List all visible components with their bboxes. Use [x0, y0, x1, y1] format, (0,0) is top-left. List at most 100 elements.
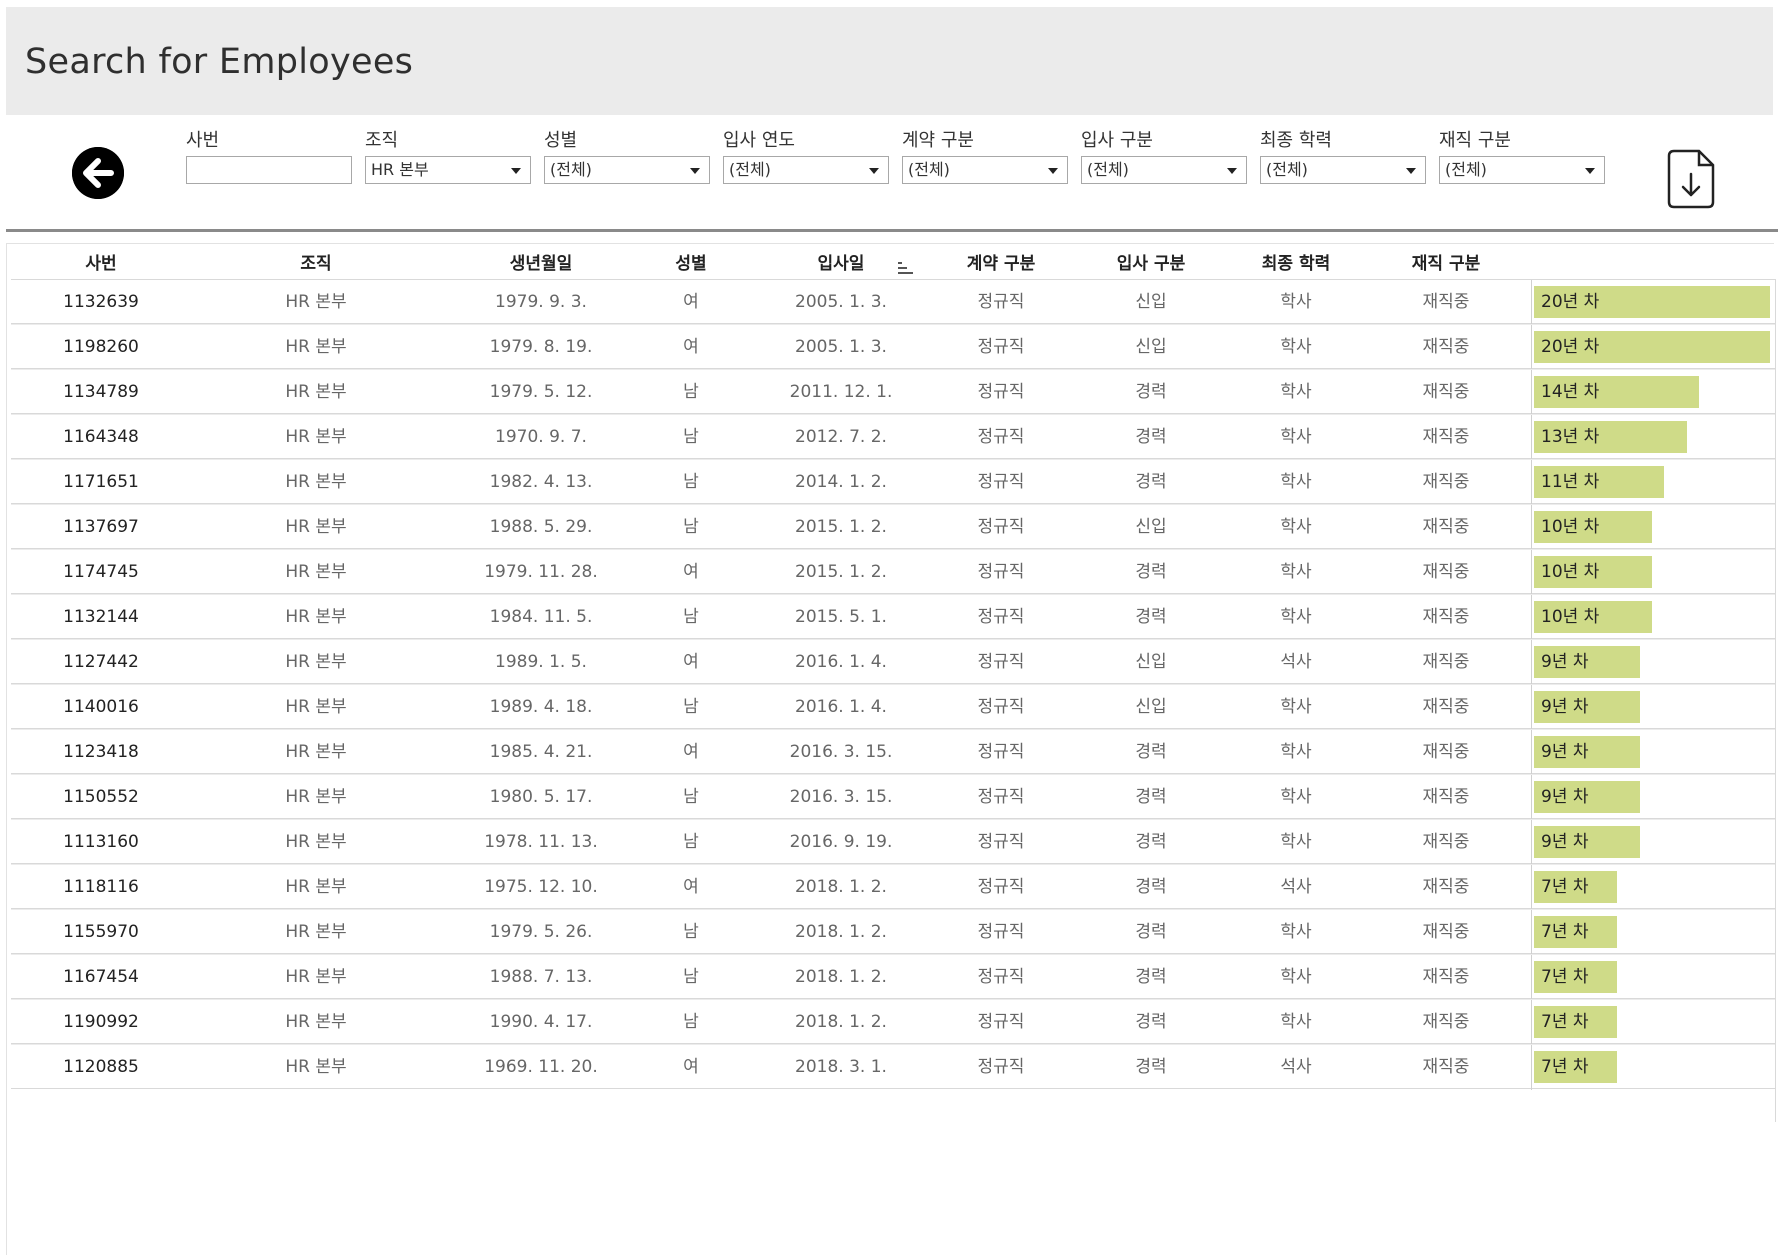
cell-employment-status: 재직중 [1422, 877, 1470, 897]
cell-organization: HR 본부 [285, 832, 347, 852]
tenure-bar-cell: 7년 차 [1531, 865, 1775, 910]
sort-descending-icon[interactable] [898, 261, 914, 275]
arrow-left-circle-icon [72, 147, 124, 199]
filter-dropdown[interactable]: (전체) [1439, 156, 1605, 184]
col-header-education[interactable]: 최종 학력 [1226, 246, 1366, 279]
cell-gender: 여 [683, 742, 699, 762]
col-header-hire-date[interactable]: 입사일 [766, 246, 916, 279]
filter-5: 계약 구분 (전체) [902, 128, 1068, 184]
cell-birthdate: 1990. 4. 17. [489, 1012, 593, 1032]
table-row[interactable]: 1118116 HR 본부 1975. 12. 10. 여 2018. 1. 2. 정규직… [11, 864, 1776, 910]
cell-contract-type: 정규직 [977, 1012, 1025, 1032]
cell-gender: 남 [683, 427, 699, 447]
col-header-birthdate[interactable]: 생년월일 [451, 246, 631, 279]
table-row[interactable]: 1140016 HR 본부 1989. 4. 18. 남 2016. 1. 4. 정규직 신… [11, 684, 1776, 730]
col-header-employment-status[interactable]: 재직 구분 [1376, 246, 1516, 279]
filter-value: (전체) [908, 160, 950, 179]
cell-hire-date: 2016. 3. 15. [789, 742, 893, 762]
cell-organization: HR 본부 [285, 382, 347, 402]
cell-birthdate: 1985. 4. 21. [489, 742, 593, 762]
cell-gender: 여 [683, 337, 699, 357]
cell-employee-id: 1134789 [63, 382, 139, 402]
filter-dropdown[interactable]: (전체) [902, 156, 1068, 184]
tenure-label: 9년 차 [1541, 787, 1589, 807]
tenure-label: 11년 차 [1541, 472, 1600, 492]
cell-contract-type: 정규직 [977, 562, 1025, 582]
tenure-label: 14년 차 [1541, 382, 1600, 402]
filter-dropdown[interactable]: (전체) [1260, 156, 1426, 184]
table-row[interactable]: 1198260 HR 본부 1979. 8. 19. 여 2005. 1. 3. 정규직 신… [11, 324, 1776, 370]
cell-education: 학사 [1280, 472, 1312, 492]
employee-id-input[interactable] [186, 156, 352, 184]
table-row[interactable]: 1167454 HR 본부 1988. 7. 13. 남 2018. 1. 2. 정규직 경… [11, 954, 1776, 1000]
tenure-label: 10년 차 [1541, 607, 1600, 627]
section-divider [6, 229, 1778, 232]
table-row[interactable]: 1155970 HR 본부 1979. 5. 26. 남 2018. 1. 2. 정규직 경… [11, 909, 1776, 955]
cell-employment-status: 재직중 [1422, 652, 1470, 672]
cell-education: 석사 [1280, 877, 1312, 897]
table-row[interactable]: 1171651 HR 본부 1982. 4. 13. 남 2014. 1. 2. 정규직 경… [11, 459, 1776, 505]
tenure-label: 7년 차 [1541, 967, 1589, 987]
cell-gender: 남 [683, 517, 699, 537]
table-row[interactable]: 1132639 HR 본부 1979. 9. 3. 여 2005. 1. 3. 정규직 신입… [11, 279, 1776, 325]
table-row[interactable]: 1137697 HR 본부 1988. 5. 29. 남 2015. 1. 2. 정규직 신… [11, 504, 1776, 550]
table-row[interactable]: 1123418 HR 본부 1985. 4. 21. 여 2016. 3. 15. 정규직… [11, 729, 1776, 775]
cell-birthdate: 1979. 5. 26. [489, 922, 593, 942]
cell-employment-status: 재직중 [1422, 742, 1470, 762]
cell-employment-status: 재직중 [1422, 1057, 1470, 1077]
filter-dropdown[interactable]: (전체) [723, 156, 889, 184]
table-row[interactable]: 1132144 HR 본부 1984. 11. 5. 남 2015. 5. 1. 정규직 경… [11, 594, 1776, 640]
tenure-label: 7년 차 [1541, 1012, 1589, 1032]
filter-dropdown[interactable]: HR 본부 [365, 156, 531, 184]
cell-education: 학사 [1280, 922, 1312, 942]
filter-4: 입사 연도 (전체) [723, 128, 889, 184]
download-button[interactable] [1665, 148, 1717, 210]
back-button[interactable] [72, 147, 124, 199]
table-row[interactable]: 1120885 HR 본부 1969. 11. 20. 여 2018. 3. 1. 정규직… [11, 1044, 1776, 1090]
table-row[interactable]: 1190992 HR 본부 1990. 4. 17. 남 2018. 1. 2. 정규직 경… [11, 999, 1776, 1045]
table-row[interactable]: 1150552 HR 본부 1980. 5. 17. 남 2016. 3. 15. 정규직… [11, 774, 1776, 820]
cell-entry-type: 신입 [1135, 337, 1167, 357]
col-header-employee-id[interactable]: 사번 [31, 246, 171, 279]
cell-employee-id: 1127442 [63, 652, 139, 672]
cell-employee-id: 1137697 [63, 517, 139, 537]
table-row[interactable]: 1174745 HR 본부 1979. 11. 28. 여 2015. 1. 2. 정규직… [11, 549, 1776, 595]
cell-organization: HR 본부 [285, 787, 347, 807]
cell-gender: 남 [683, 472, 699, 492]
cell-entry-type: 경력 [1135, 562, 1167, 582]
filter-dropdown[interactable]: (전체) [544, 156, 710, 184]
col-header-organization[interactable]: 조직 [246, 246, 386, 279]
cell-education: 학사 [1280, 697, 1312, 717]
cell-contract-type: 정규직 [977, 337, 1025, 357]
tenure-bar-cell: 9년 차 [1531, 820, 1775, 865]
col-header-entry-type[interactable]: 입사 구분 [1081, 246, 1221, 279]
filter-dropdown[interactable]: (전체) [1081, 156, 1247, 184]
col-header-contract-type[interactable]: 계약 구분 [931, 246, 1071, 279]
cell-employee-id: 1123418 [63, 742, 139, 762]
table-row[interactable]: 1164348 HR 본부 1970. 9. 7. 남 2012. 7. 2. 정규직 경력… [11, 414, 1776, 460]
tenure-bar-cell: 10년 차 [1531, 595, 1775, 640]
filter-value: (전체) [729, 160, 771, 179]
tenure-label: 9년 차 [1541, 742, 1589, 762]
cell-contract-type: 정규직 [977, 472, 1025, 492]
cell-employee-id: 1171651 [63, 472, 139, 492]
cell-entry-type: 경력 [1135, 787, 1167, 807]
table-row[interactable]: 1113160 HR 본부 1978. 11. 13. 남 2016. 9. 19. 정규… [11, 819, 1776, 865]
cell-gender: 남 [683, 832, 699, 852]
table-row[interactable]: 1127442 HR 본부 1989. 1. 5. 여 2016. 1. 4. 정규직 신입… [11, 639, 1776, 685]
cell-organization: HR 본부 [285, 562, 347, 582]
cell-contract-type: 정규직 [977, 967, 1025, 987]
cell-education: 석사 [1280, 652, 1312, 672]
cell-employment-status: 재직중 [1422, 472, 1470, 492]
cell-hire-date: 2018. 1. 2. [795, 1012, 887, 1032]
tenure-bar-cell: 14년 차 [1531, 370, 1775, 415]
col-header-gender[interactable]: 성별 [641, 246, 741, 279]
cell-employment-status: 재직중 [1422, 292, 1470, 312]
cell-employee-id: 1120885 [63, 1057, 139, 1077]
tenure-label: 10년 차 [1541, 517, 1600, 537]
table-row[interactable]: 1134789 HR 본부 1979. 5. 12. 남 2011. 12. 1. 정규직… [11, 369, 1776, 415]
tenure-bar-cell: 10년 차 [1531, 550, 1775, 595]
cell-gender: 여 [683, 652, 699, 672]
cell-hire-date: 2016. 3. 15. [789, 787, 893, 807]
cell-employee-id: 1140016 [63, 697, 139, 717]
